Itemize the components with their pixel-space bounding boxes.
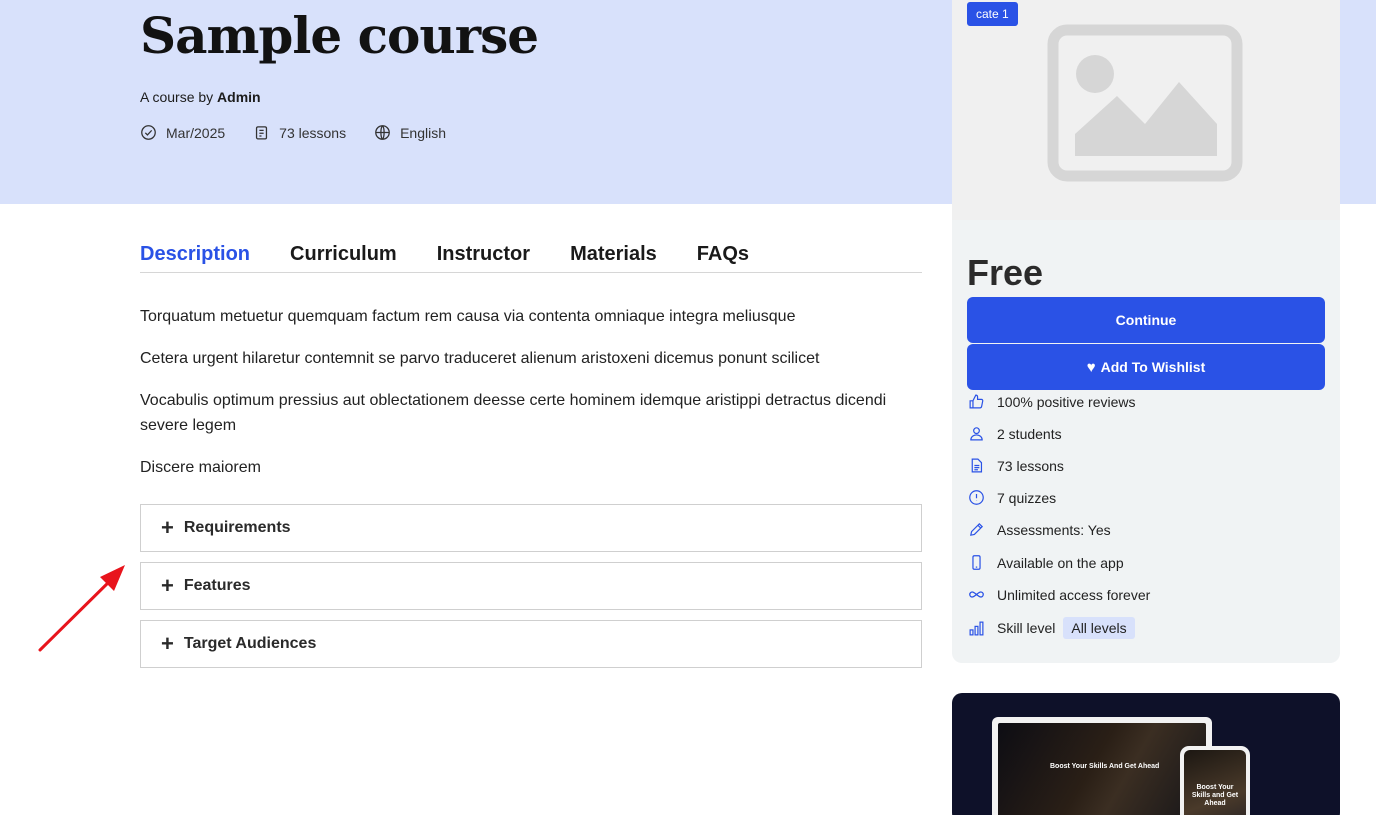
description-paragraph: Vocabulis optimum pressius aut oblectati… [140, 392, 887, 434]
tab-instructor[interactable]: Instructor [437, 243, 530, 272]
add-to-wishlist-button[interactable]: ♥ Add To Wishlist [967, 344, 1325, 390]
author-link[interactable]: Admin [217, 89, 261, 105]
laptop-mockup: Boost Your Skills And Get Ahead [992, 717, 1212, 815]
plus-icon: + [161, 631, 174, 656]
accordion-features[interactable]: + Features [140, 562, 922, 610]
continue-button-label: Continue [1115, 312, 1177, 328]
pencil-icon [970, 522, 984, 536]
accordion-requirements[interactable]: + Requirements [140, 504, 922, 552]
course-tabs: Description Curriculum Instructor Materi… [140, 243, 922, 273]
feature-reviews: 100% positive reviews [968, 393, 1136, 410]
course-thumbnail: cate 1 [952, 0, 1340, 220]
mobile-icon [972, 555, 981, 570]
skill-level-badge: All levels [1063, 617, 1135, 639]
description-paragraph: Cetera urgent hilaretur contemnit se par… [140, 350, 820, 367]
phone-screen: Boost Your Skills and Get Ahead [1184, 750, 1246, 815]
app-promo-banner[interactable]: Boost Your Skills And Get Ahead Boost Yo… [952, 693, 1340, 815]
infinity-icon [969, 591, 984, 598]
accordion-target-audiences[interactable]: + Target Audiences [140, 620, 922, 668]
meta-language-text: English [400, 124, 447, 141]
tab-description[interactable]: Description [140, 243, 250, 272]
user-icon [970, 427, 983, 441]
meta-date-text: Mar/2025 [166, 124, 226, 141]
category-badge[interactable]: cate 1 [967, 2, 1018, 26]
feature-app: Available on the app [968, 554, 1124, 571]
feature-assessments: Assessments: Yes [968, 521, 1111, 538]
feature-skill-level: Skill level All levels [968, 617, 1135, 639]
laptop-screen: Boost Your Skills And Get Ahead [998, 723, 1206, 815]
globe-icon [375, 125, 390, 140]
tab-curriculum[interactable]: Curriculum [290, 243, 397, 272]
accordion-label: Target Audiences [183, 635, 317, 652]
course-sidebar: cate 1 Free Continue ♥ Add To Wishlist 1… [952, 0, 1340, 663]
accordion-label: Requirements [183, 519, 291, 536]
byline-prefix: A course by [140, 89, 214, 105]
wishlist-button-label: Add To Wishlist [1100, 359, 1206, 375]
feature-access: Unlimited access forever [968, 586, 1150, 603]
document-icon [971, 458, 983, 473]
meta-lessons: 73 lessons [253, 124, 346, 141]
bar-chart-icon [969, 621, 984, 635]
course-meta: Mar/2025 73 lessons English [140, 124, 474, 141]
feature-text: 7 quizzes [997, 489, 1057, 506]
feature-lessons: 73 lessons [968, 457, 1064, 474]
laptop-headline: Boost Your Skills And Get Ahead [1050, 763, 1160, 770]
accordion-label: Features [183, 577, 251, 594]
feature-text: Assessments: Yes [997, 521, 1111, 538]
feature-text: 100% positive reviews [997, 393, 1136, 410]
annotation-arrow-icon [38, 565, 125, 652]
feature-text: Skill level [997, 620, 1056, 636]
thumbs-up-icon [969, 394, 984, 409]
feature-text: Unlimited access forever [997, 586, 1151, 603]
course-price: Free [967, 252, 1044, 293]
meta-language: English [374, 124, 446, 141]
feature-text: Available on the app [997, 554, 1124, 571]
course-byline: A course by Admin [140, 89, 261, 105]
tab-materials[interactable]: Materials [570, 243, 657, 272]
feature-text: 2 students [997, 425, 1062, 442]
feature-students: 2 students [968, 425, 1062, 442]
image-placeholder-icon [1047, 24, 1243, 182]
tab-faqs[interactable]: FAQs [697, 243, 749, 272]
phone-mockup: Boost Your Skills and Get Ahead [1180, 746, 1250, 815]
course-title: Sample course [140, 6, 539, 65]
feature-quizzes: 7 quizzes [968, 489, 1056, 506]
description-content: Torquatum metuetur quemquam factum rem c… [140, 304, 922, 497]
description-paragraph: Discere maiorem [140, 459, 261, 476]
check-circle-icon [141, 125, 156, 140]
clipboard-icon [256, 126, 268, 140]
alert-circle-icon [969, 490, 984, 505]
continue-button[interactable]: Continue [967, 297, 1325, 343]
meta-date: Mar/2025 [140, 124, 225, 141]
meta-lessons-text: 73 lessons [279, 124, 347, 141]
description-paragraph: Torquatum metuetur quemquam factum rem c… [140, 308, 796, 325]
heart-icon: ♥ [1086, 358, 1096, 376]
plus-icon: + [161, 573, 174, 598]
phone-headline: Boost Your Skills and Get Ahead [1191, 784, 1239, 807]
feature-text: 73 lessons [997, 457, 1064, 474]
plus-icon: + [161, 515, 174, 540]
